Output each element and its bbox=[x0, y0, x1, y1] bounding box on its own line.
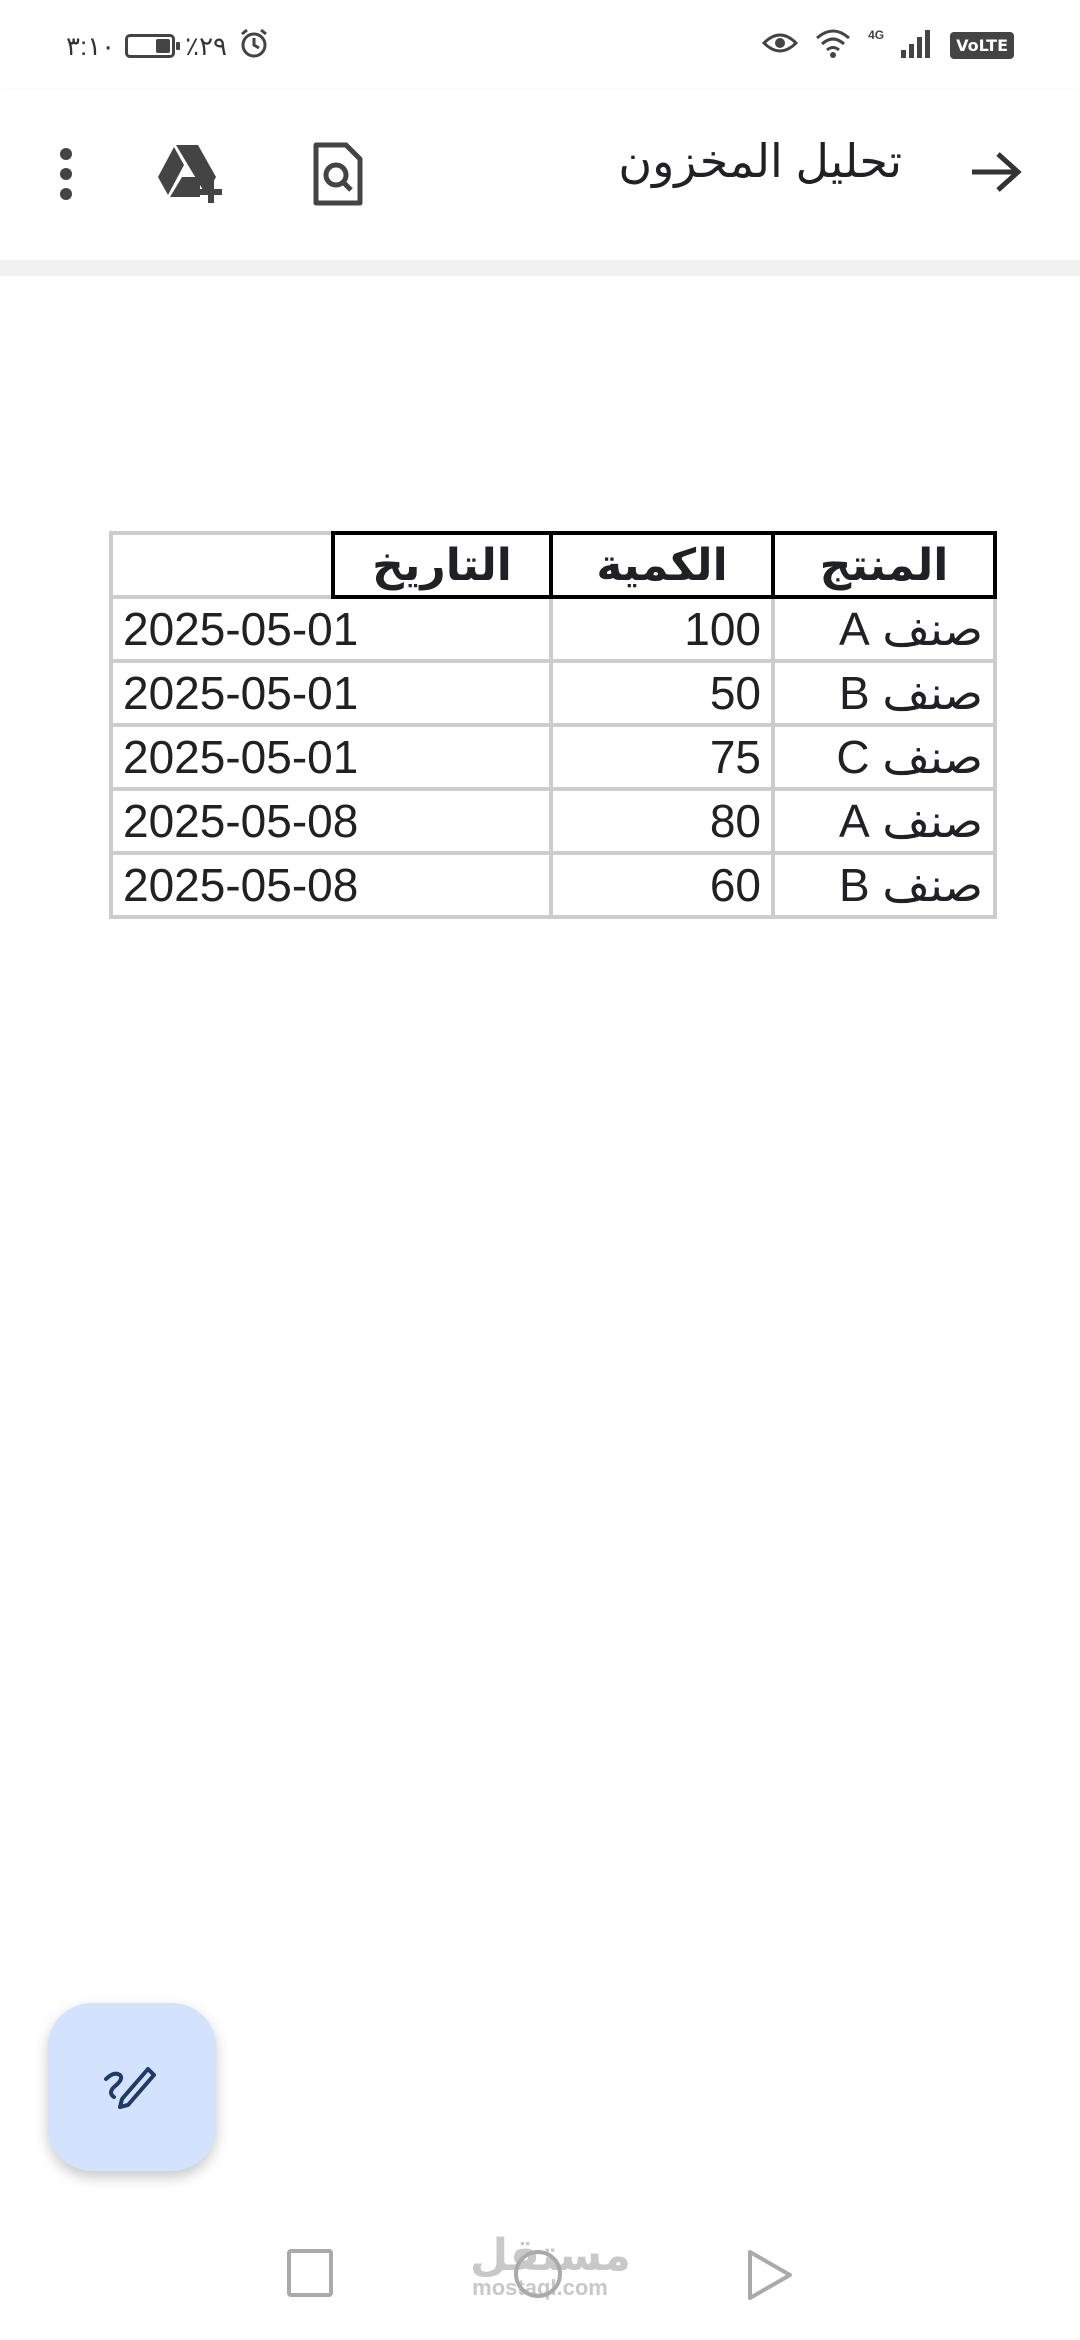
cell-product[interactable]: صنف C bbox=[771, 723, 997, 791]
edit-fab-button[interactable] bbox=[48, 2003, 216, 2171]
cell-product[interactable]: صنف B bbox=[771, 851, 997, 919]
more-vertical-icon bbox=[56, 146, 76, 207]
drive-add-icon bbox=[156, 143, 228, 210]
header-quantity[interactable]: الكمية bbox=[549, 531, 775, 599]
table-row: صنف B 60 2025-05-08 bbox=[109, 851, 997, 919]
eye-icon bbox=[761, 29, 799, 62]
cell-quantity[interactable]: 60 bbox=[549, 851, 775, 919]
forward-arrow-icon bbox=[970, 150, 1022, 199]
status-left: ٣:١٠ ٪٢٩ bbox=[66, 24, 271, 68]
back-triangle-icon bbox=[746, 2250, 794, 2306]
home-button[interactable] bbox=[512, 2248, 564, 2305]
cell-quantity[interactable]: 80 bbox=[549, 787, 775, 855]
recents-button[interactable] bbox=[286, 2248, 334, 2303]
status-bar: ٣:١٠ ٪٢٩ 4G VoLTE bbox=[0, 0, 1080, 90]
cell-date[interactable]: 2025-05-08 bbox=[109, 851, 553, 919]
cell-quantity[interactable]: 50 bbox=[549, 659, 775, 727]
cell-product[interactable]: صنف A bbox=[771, 595, 997, 663]
find-in-document-button[interactable] bbox=[298, 138, 378, 214]
cell-date[interactable]: 2025-05-01 bbox=[109, 723, 553, 791]
app-bar: تحليل المخزون bbox=[0, 90, 1080, 260]
header-date[interactable]: التاريخ bbox=[331, 531, 553, 599]
home-circle-icon bbox=[512, 2250, 564, 2304]
cell-quantity[interactable]: 75 bbox=[549, 723, 775, 791]
table-row: صنف A 100 2025-05-01 bbox=[109, 595, 997, 663]
wifi-icon bbox=[814, 27, 852, 64]
cell-product[interactable]: صنف A bbox=[771, 787, 997, 855]
cell-product[interactable]: صنف B bbox=[771, 659, 997, 727]
network-type: 4G bbox=[868, 28, 885, 42]
inventory-table: المنتج الكمية التاريخ صنف A 100 2025-05-… bbox=[109, 531, 997, 919]
content-divider bbox=[0, 260, 1080, 276]
status-time: ٣:١٠ bbox=[66, 30, 116, 61]
forward-button[interactable] bbox=[960, 138, 1032, 210]
cell-date[interactable]: 2025-05-08 bbox=[109, 787, 553, 855]
table-row: صنف C 75 2025-05-01 bbox=[109, 723, 997, 791]
cell-quantity[interactable]: 100 bbox=[549, 595, 775, 663]
signal-icon bbox=[900, 28, 934, 63]
empty-cell[interactable] bbox=[109, 531, 335, 599]
battery-icon bbox=[125, 34, 181, 58]
edit-pen-icon bbox=[100, 2053, 164, 2122]
cell-date[interactable]: 2025-05-01 bbox=[109, 595, 553, 663]
table-header-row: المنتج الكمية التاريخ bbox=[109, 531, 997, 599]
volte-badge: VoLTE bbox=[950, 31, 1014, 59]
file-search-icon bbox=[312, 141, 364, 212]
cell-date[interactable]: 2025-05-01 bbox=[109, 659, 553, 727]
add-to-drive-button[interactable] bbox=[152, 138, 232, 214]
battery-percent: ٪٢٩ bbox=[185, 30, 228, 61]
status-right: 4G VoLTE bbox=[761, 22, 1014, 68]
back-button[interactable] bbox=[746, 2248, 794, 2307]
more-options-button[interactable] bbox=[30, 140, 102, 212]
alarm-icon bbox=[237, 26, 271, 67]
header-product[interactable]: المنتج bbox=[771, 531, 997, 599]
recents-square-icon bbox=[286, 2249, 334, 2302]
table-row: صنف B 50 2025-05-01 bbox=[109, 659, 997, 727]
table-row: صنف A 80 2025-05-08 bbox=[109, 787, 997, 855]
navigation-bar bbox=[0, 2220, 1080, 2340]
document-title: تحليل المخزون bbox=[618, 135, 902, 187]
